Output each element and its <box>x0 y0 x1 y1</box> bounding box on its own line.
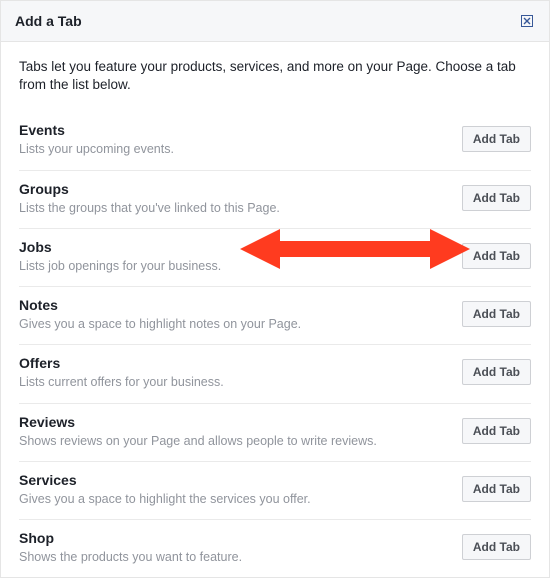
tab-name: Services <box>19 472 452 488</box>
tab-info: Groups Lists the groups that you've linke… <box>19 181 462 216</box>
tab-description: Shows the products you want to feature. <box>19 549 452 565</box>
tab-description: Lists your upcoming events. <box>19 141 452 157</box>
tab-description: Gives you a space to highlight notes on … <box>19 316 452 332</box>
add-tab-button-groups[interactable]: Add Tab <box>462 185 531 211</box>
tab-name: Groups <box>19 181 452 197</box>
tab-row-jobs: Jobs Lists job openings for your business… <box>19 228 531 286</box>
tab-info: Events Lists your upcoming events. <box>19 122 462 157</box>
tab-row-offers: Offers Lists current offers for your busi… <box>19 344 531 402</box>
tab-description: Gives you a space to highlight the servi… <box>19 491 452 507</box>
close-button[interactable] <box>519 13 535 29</box>
tab-info: Jobs Lists job openings for your business… <box>19 239 462 274</box>
tab-row-notes: Notes Gives you a space to highlight note… <box>19 286 531 344</box>
dialog-body: Tabs let you feature your products, serv… <box>1 42 549 577</box>
tab-list: Events Lists your upcoming events. Add Tab… <box>19 112 531 577</box>
add-tab-dialog: Add a Tab Tabs let you feature your prod… <box>0 0 550 578</box>
tab-info: Notes Gives you a space to highlight note… <box>19 297 462 332</box>
add-tab-button-services[interactable]: Add Tab <box>462 476 531 502</box>
dialog-header: Add a Tab <box>1 1 549 42</box>
tab-row-groups: Groups Lists the groups that you've linke… <box>19 170 531 228</box>
add-tab-button-shop[interactable]: Add Tab <box>462 534 531 560</box>
tab-name: Shop <box>19 530 452 546</box>
tab-info: Offers Lists current offers for your busi… <box>19 355 462 390</box>
tab-name: Offers <box>19 355 452 371</box>
add-tab-button-events[interactable]: Add Tab <box>462 126 531 152</box>
tab-info: Reviews Shows reviews on your Page and al… <box>19 414 462 449</box>
tab-row-reviews: Reviews Shows reviews on your Page and al… <box>19 403 531 461</box>
add-tab-button-jobs[interactable]: Add Tab <box>462 243 531 269</box>
tab-row-services: Services Gives you a space to highlight t… <box>19 461 531 519</box>
tab-name: Jobs <box>19 239 452 255</box>
add-tab-button-reviews[interactable]: Add Tab <box>462 418 531 444</box>
tab-row-shop: Shop Shows the products you want to featu… <box>19 519 531 577</box>
close-icon <box>521 15 533 27</box>
tab-description: Shows reviews on your Page and allows pe… <box>19 433 452 449</box>
tab-description: Lists current offers for your business. <box>19 374 452 390</box>
dialog-title: Add a Tab <box>15 13 82 29</box>
add-tab-button-notes[interactable]: Add Tab <box>462 301 531 327</box>
tab-description: Lists the groups that you've linked to t… <box>19 200 452 216</box>
intro-text: Tabs let you feature your products, serv… <box>19 58 531 94</box>
tab-info: Shop Shows the products you want to featu… <box>19 530 462 565</box>
tab-description: Lists job openings for your business. <box>19 258 452 274</box>
add-tab-button-offers[interactable]: Add Tab <box>462 359 531 385</box>
tab-row-events: Events Lists your upcoming events. Add Tab <box>19 112 531 169</box>
tab-name: Notes <box>19 297 452 313</box>
tab-info: Services Gives you a space to highlight t… <box>19 472 462 507</box>
tab-name: Events <box>19 122 452 138</box>
tab-name: Reviews <box>19 414 452 430</box>
